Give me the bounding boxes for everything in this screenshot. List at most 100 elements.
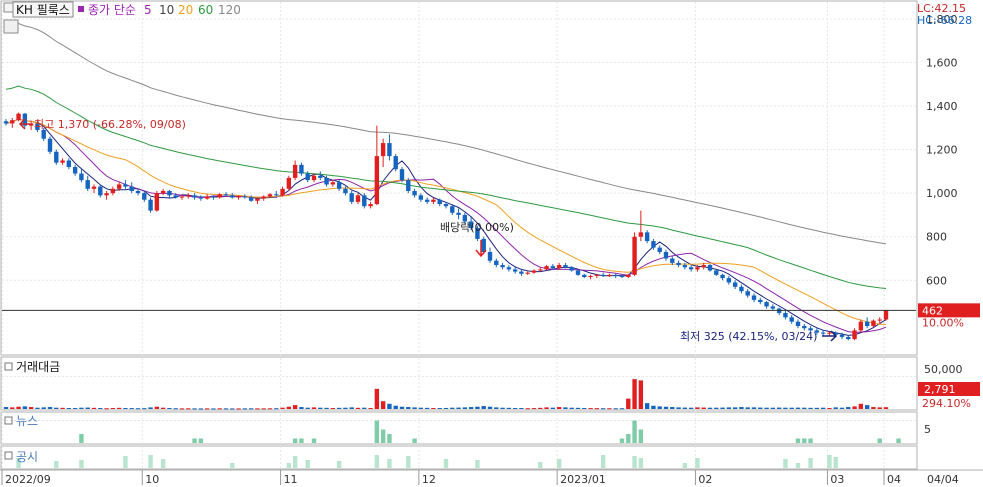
- volume-bar: [745, 407, 750, 409]
- price-y-tick: 600: [926, 274, 947, 287]
- disclosure-bar: [406, 456, 411, 468]
- disclosure-bar: [783, 459, 788, 468]
- candle-body: [236, 196, 241, 198]
- candle-body: [732, 282, 738, 287]
- volume-bar: [242, 408, 248, 410]
- stock-chart: 1,8001,6001,4001,2001,000800600 2022/09 1…: [0, 0, 983, 486]
- volume-bar: [336, 407, 342, 409]
- candle-body: [575, 270, 581, 275]
- candle-body: [877, 319, 882, 321]
- volume-bar: [638, 380, 644, 409]
- volume-bar: [230, 408, 235, 410]
- volume-bar: [783, 407, 788, 409]
- candle-body: [380, 143, 386, 157]
- disclosure-bar: [387, 459, 392, 468]
- volume-bar: [424, 407, 430, 409]
- news-y-tick: 5: [924, 423, 931, 436]
- candle-body: [720, 274, 725, 279]
- volume-bar: [795, 407, 801, 409]
- volume-y-tick: 50,000: [924, 363, 963, 376]
- volume-bar: [154, 406, 160, 409]
- volume-bar: [387, 403, 392, 409]
- volume-bar: [839, 407, 845, 409]
- volume-bar: [104, 408, 109, 410]
- volume-bar: [412, 407, 417, 409]
- price-y-tick: 1,200: [926, 144, 958, 157]
- volume-bar: [758, 407, 763, 409]
- candle-body: [519, 271, 524, 274]
- candle-body: [594, 274, 600, 276]
- candle-body: [443, 204, 449, 207]
- settings-button[interactable]: [3, 19, 19, 34]
- volume-bar: [374, 388, 380, 409]
- candle-body: [280, 188, 285, 196]
- candle-body: [871, 320, 876, 327]
- candle-body: [98, 186, 103, 196]
- volume-bar: [770, 407, 776, 409]
- candle-body: [802, 326, 807, 329]
- volume-bar: [663, 406, 669, 409]
- volume-bar: [318, 407, 323, 409]
- volume-bar: [732, 407, 738, 409]
- volume-bar: [236, 408, 241, 410]
- candle-body: [255, 198, 260, 201]
- candle-body: [160, 190, 166, 194]
- volume-bar: [267, 408, 273, 410]
- disclosure-bar: [632, 456, 637, 468]
- volume-bar: [519, 408, 524, 410]
- disclosure-bar: [230, 463, 235, 468]
- volume-bar: [292, 405, 298, 409]
- volume-bar: [883, 407, 889, 409]
- volume-bar: [286, 406, 292, 409]
- x-axis-tick-label: 03: [830, 473, 844, 486]
- volume-bar: [462, 407, 468, 409]
- volume-bar: [701, 407, 706, 409]
- candle-body: [91, 186, 97, 189]
- candle-body: [129, 186, 134, 191]
- candle-body: [154, 193, 160, 211]
- candle-body: [318, 175, 323, 178]
- volume-bar: [651, 405, 656, 409]
- news-pane-frame: [0, 411, 918, 445]
- disclosure-pane-title: 공시: [16, 450, 38, 464]
- volume-bar: [16, 406, 21, 409]
- candle-body: [657, 247, 662, 252]
- candle-body: [569, 267, 574, 271]
- volume-bar: [494, 407, 499, 409]
- candle-body: [324, 177, 329, 185]
- news-bar: [412, 438, 417, 443]
- volume-bar: [858, 403, 864, 409]
- disclosure-bar: [808, 458, 813, 468]
- volume-bar: [330, 408, 336, 410]
- volume-bar: [179, 408, 185, 410]
- volume-bar: [676, 407, 681, 409]
- volume-bar: [223, 408, 229, 410]
- volume-bar: [443, 407, 449, 409]
- volume-bar: [764, 407, 769, 409]
- candle-body: [538, 269, 543, 271]
- annotation-high: 최고 1,370 (-66.28%, 09/08): [34, 118, 186, 131]
- news-bar: [877, 438, 882, 443]
- volume-bar: [450, 407, 455, 409]
- candle-body: [368, 204, 373, 207]
- price-y-tick: 1,000: [926, 187, 958, 200]
- candle-body: [424, 199, 430, 202]
- candle-body: [663, 251, 669, 259]
- candle-body: [274, 194, 279, 196]
- volume-bar: [538, 407, 543, 409]
- header-menu-button[interactable]: [3, 2, 14, 13]
- candle-body: [500, 265, 505, 268]
- candle-body: [292, 164, 298, 178]
- volume-bar: [619, 408, 625, 410]
- candle-body: [330, 182, 336, 185]
- volume-bar: [864, 405, 870, 409]
- candle-body: [506, 267, 512, 270]
- x-axis-tick-label: 2022/09: [5, 473, 51, 486]
- candle-body: [437, 199, 442, 205]
- volume-bar: [406, 407, 411, 409]
- candle-body: [714, 270, 719, 275]
- volume-bar: [79, 407, 84, 409]
- candle-body: [399, 169, 405, 181]
- candle-body: [695, 267, 700, 270]
- candle-body: [494, 260, 499, 266]
